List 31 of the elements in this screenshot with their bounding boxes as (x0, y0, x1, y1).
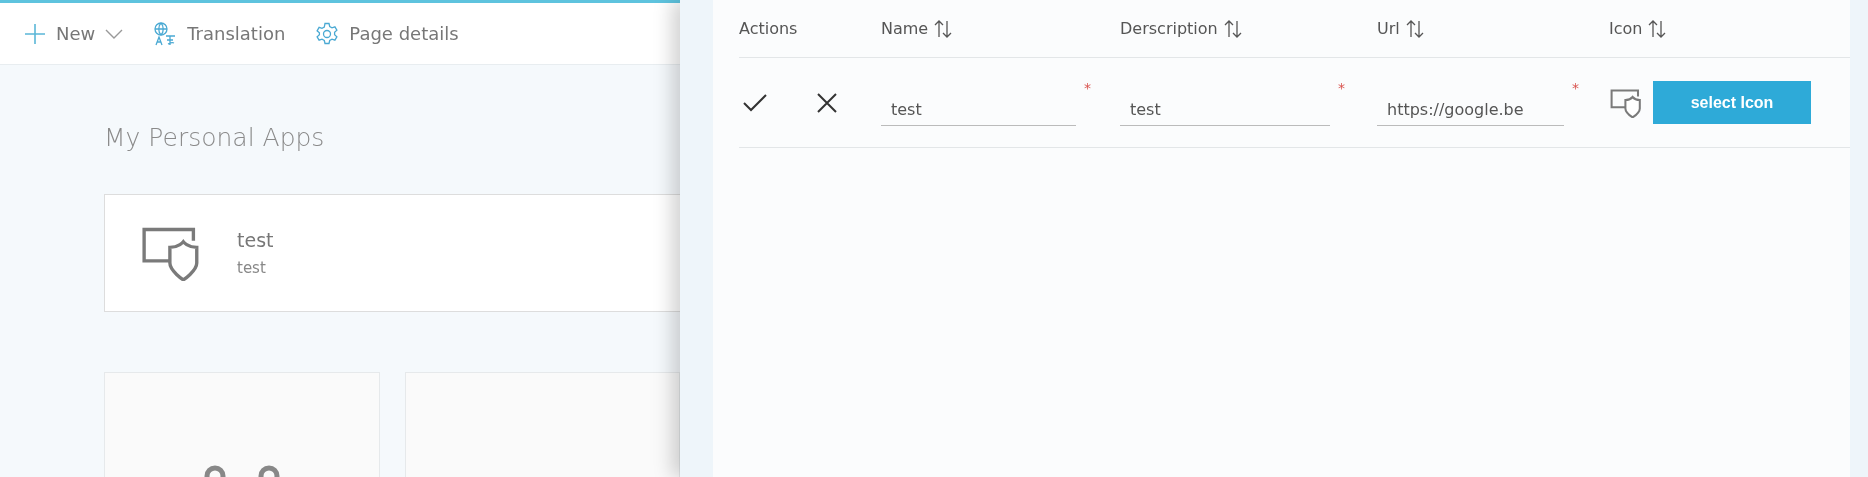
settings-icon (315, 21, 340, 46)
app-title: test (237, 229, 274, 251)
translation-icon (153, 21, 178, 46)
sort-icon[interactable] (1648, 19, 1667, 38)
app-tile[interactable] (404, 372, 680, 477)
plus-icon (24, 22, 46, 45)
column-header[interactable]: Url (1377, 19, 1400, 38)
text-field[interactable]: test (881, 89, 1076, 126)
column-header[interactable]: Name (881, 19, 929, 38)
page-title: My Personal Apps (104, 123, 326, 152)
sort-icon[interactable] (1405, 19, 1424, 38)
sort-icon[interactable] (934, 19, 953, 38)
translation-button[interactable]: Translation (153, 21, 286, 46)
text-field[interactable]: https://google.be (1377, 89, 1564, 126)
page-details-button[interactable]: Page details (315, 21, 459, 46)
app-description: test (237, 259, 267, 277)
text-field[interactable]: test (1120, 89, 1330, 126)
check-icon[interactable] (743, 92, 767, 113)
app-card[interactable]: test test (104, 194, 680, 312)
caret-icon (105, 28, 124, 39)
required-mark: * (1338, 79, 1345, 96)
monitor-shield-icon (1609, 87, 1643, 118)
app-tile[interactable] (104, 372, 380, 477)
required-mark: * (1084, 79, 1091, 96)
new-button[interactable]: New (24, 22, 124, 45)
sort-icon[interactable] (1223, 19, 1242, 38)
required-mark: * (1572, 79, 1579, 96)
column-header: Actions (739, 19, 798, 38)
column-header[interactable]: Icon (1609, 19, 1643, 38)
close-icon[interactable] (817, 92, 837, 113)
column-header[interactable]: Derscription (1120, 19, 1218, 38)
